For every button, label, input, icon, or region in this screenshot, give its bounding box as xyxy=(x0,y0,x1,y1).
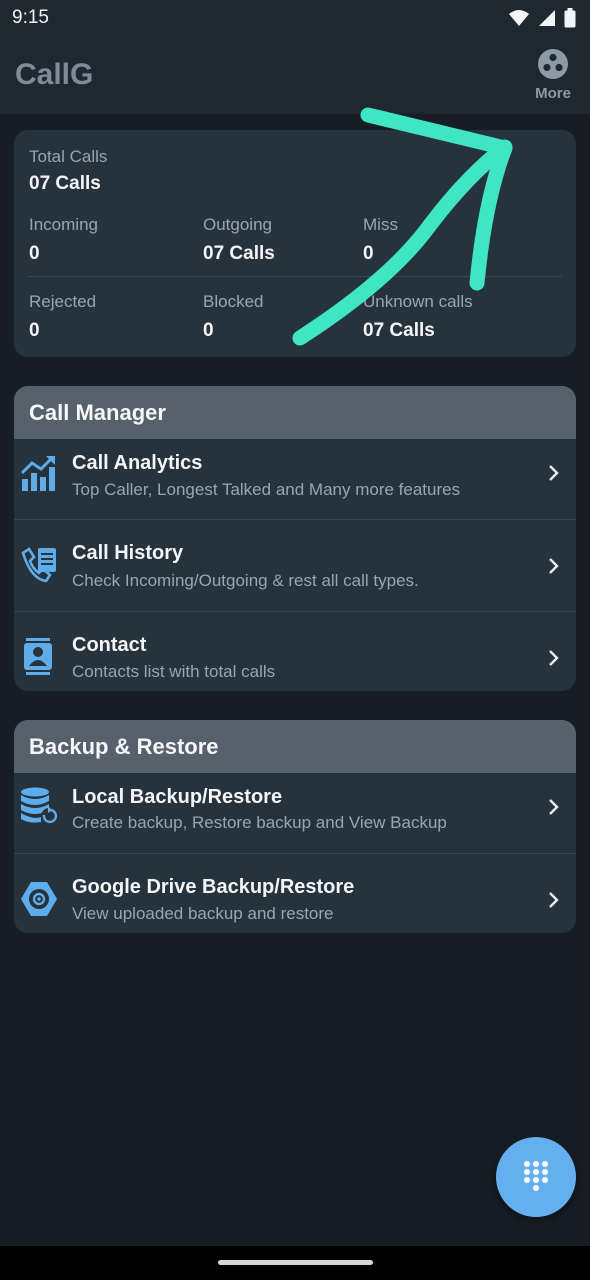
analytics-chart-icon xyxy=(20,456,55,491)
home-gesture-handle[interactable] xyxy=(218,1260,373,1265)
stat-missed: Miss 0 xyxy=(363,215,398,265)
stat-blocked: Blocked 0 xyxy=(203,292,263,342)
call-history-icon xyxy=(21,547,56,583)
stat-incoming: Incoming 0 xyxy=(29,215,98,265)
stat-label: Miss xyxy=(363,215,398,234)
stat-label: Blocked xyxy=(203,292,264,311)
stat-rejected: Rejected 0 xyxy=(29,292,96,342)
menu-item-subtitle: Create backup, Restore backup and View B… xyxy=(72,813,447,832)
menu-item-subtitle: View uploaded backup and restore xyxy=(72,904,334,923)
section-header-call-manager: Call Manager xyxy=(14,386,576,439)
stat-label: Outgoing xyxy=(203,215,272,234)
menu-item-title: Call History xyxy=(72,542,184,564)
more-dots-icon xyxy=(538,49,568,79)
database-restore-icon xyxy=(21,787,58,824)
chevron-right-icon xyxy=(549,558,559,574)
app-title: CallG xyxy=(15,58,94,91)
menu-item-title: Local Backup/Restore xyxy=(72,786,283,808)
stat-value: 0 xyxy=(29,243,40,264)
signal-icon xyxy=(539,10,555,26)
more-label: More xyxy=(535,85,571,102)
drive-backup-icon xyxy=(21,882,57,916)
menu-item-local-backup[interactable]: Local Backup/Restore Create backup, Rest… xyxy=(14,773,576,853)
menu-item-subtitle: Contacts list with total calls xyxy=(72,662,276,681)
dialpad-icon xyxy=(524,1161,548,1191)
stat-value: 07 Calls xyxy=(203,243,275,264)
status-bar: 9:15 xyxy=(0,0,590,36)
stat-value: 07 Calls xyxy=(29,173,101,194)
menu-item-subtitle: Top Caller, Longest Talked and Many more… xyxy=(72,480,461,499)
chevron-right-icon xyxy=(549,650,559,666)
chevron-right-icon xyxy=(549,799,559,815)
menu-item-google-drive-backup[interactable]: Google Drive Backup/Restore View uploade… xyxy=(14,853,576,933)
backup-restore-section: Backup & Restore Local Backup/Restore Cr… xyxy=(14,720,576,933)
stat-value: 0 xyxy=(203,320,214,341)
menu-item-contact[interactable]: Contact Contacts list with total calls xyxy=(14,611,576,691)
battery-icon xyxy=(564,8,576,28)
app-bar: CallG More xyxy=(0,36,590,114)
menu-item-title: Google Drive Backup/Restore xyxy=(72,876,355,898)
stat-outgoing: Outgoing 07 Calls xyxy=(203,215,275,265)
stat-label: Rejected xyxy=(29,292,97,311)
stat-unknown-calls: Unknown calls 07 Calls xyxy=(363,292,473,342)
wifi-icon xyxy=(509,10,529,26)
stat-label: Incoming xyxy=(29,215,98,234)
stat-label: Unknown calls xyxy=(363,292,473,311)
menu-item-title: Call Analytics xyxy=(72,452,203,474)
dialpad-fab-button[interactable] xyxy=(496,1137,576,1217)
more-button[interactable]: More xyxy=(530,48,576,102)
stat-label: Total Calls xyxy=(29,147,108,166)
chevron-right-icon xyxy=(549,465,559,481)
chevron-right-icon xyxy=(549,892,559,908)
stat-value: 07 Calls xyxy=(363,320,435,341)
contact-card-icon xyxy=(24,638,52,675)
status-icons xyxy=(508,8,576,28)
stats-divider xyxy=(28,276,562,277)
stat-value: 0 xyxy=(363,243,374,264)
status-time: 9:15 xyxy=(12,7,49,28)
stat-value: 0 xyxy=(29,320,40,341)
menu-item-subtitle: Check Incoming/Outgoing & rest all call … xyxy=(72,571,419,590)
section-header-backup-restore: Backup & Restore xyxy=(14,720,576,773)
system-nav-bar xyxy=(0,1246,590,1280)
call-manager-section: Call Manager Call Analytics Top Caller, … xyxy=(14,386,576,691)
stat-total-calls: Total Calls 07 Calls xyxy=(29,147,107,195)
menu-item-title: Contact xyxy=(72,634,147,656)
menu-item-call-analytics[interactable]: Call Analytics Top Caller, Longest Talke… xyxy=(14,439,576,519)
call-stats-card: Total Calls 07 Calls Incoming 0 Outgoing… xyxy=(14,130,576,357)
menu-item-call-history[interactable]: Call History Check Incoming/Outgoing & r… xyxy=(14,519,576,611)
